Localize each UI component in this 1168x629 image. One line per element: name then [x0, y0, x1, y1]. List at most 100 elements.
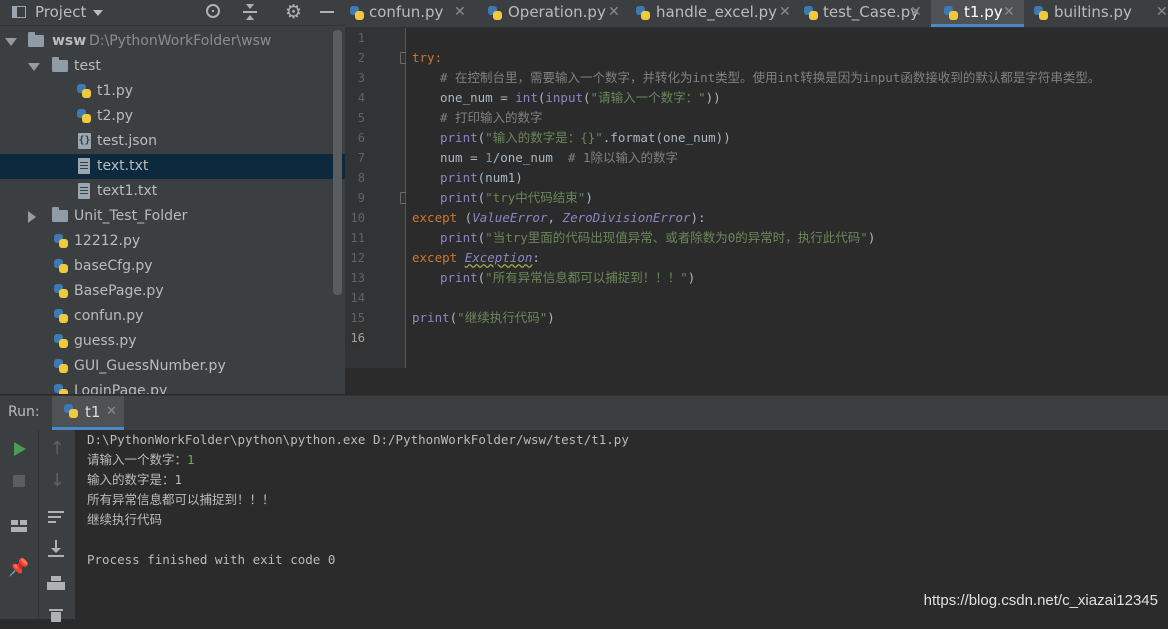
project-panel: Project ⚙ wsw D:\PythonWorkFolder\wsw te…: [0, 0, 345, 394]
minimize-icon[interactable]: [320, 11, 334, 13]
tree-item-label: LoginPage.py: [74, 383, 168, 394]
project-view-icon[interactable]: [12, 6, 26, 18]
python-file-icon: [53, 233, 69, 249]
console-user-input: 1: [187, 452, 195, 467]
code-line: one_num = int(input("请输入一个数字：")): [440, 88, 721, 108]
print-icon[interactable]: [45, 573, 69, 597]
tree-item-unit-test-folder[interactable]: Unit_Test_Folder: [0, 204, 345, 229]
close-icon[interactable]: ✕: [454, 0, 466, 24]
exception-name: ValueError: [472, 210, 548, 225]
gear-icon[interactable]: ⚙: [285, 1, 302, 23]
arrow-up-icon[interactable]: ↑: [45, 438, 69, 462]
editor-gutter[interactable]: 1 2 3 4 5 6 7 8 9 10 11 12 13 14 15 16: [345, 28, 410, 368]
tree-item-text1-txt[interactable]: text1.txt: [0, 179, 345, 204]
python-file-icon: [53, 308, 69, 324]
python-file-icon: [803, 5, 819, 21]
code-line: print(num1): [440, 168, 523, 188]
tree-item-loginpage-py[interactable]: LoginPage.py: [0, 379, 345, 394]
soft-wrap-icon[interactable]: [45, 506, 69, 530]
tree-item-basepage-py[interactable]: BasePage.py: [0, 279, 345, 304]
close-icon[interactable]: ✕: [1156, 0, 1168, 24]
python-file-icon: [76, 108, 92, 124]
tab-operation-py[interactable]: Operation.py ✕: [481, 0, 629, 27]
keyword: except: [412, 210, 458, 225]
tree-item-guess-py[interactable]: guess.py: [0, 329, 345, 354]
line-number: 13: [350, 271, 365, 285]
console-line: D:\PythonWorkFolder\python\python.exe D:…: [87, 432, 629, 447]
editor-tab-bar: confun.py ✕ Operation.py ✕ handle_excel.…: [345, 0, 1168, 28]
stop-icon[interactable]: [8, 470, 32, 494]
rerun-icon[interactable]: [8, 438, 32, 462]
line-number-current: 16: [350, 328, 365, 348]
tab-label: test_Case.py: [823, 3, 920, 21]
tab-confun-py[interactable]: confun.py ✕: [345, 0, 476, 27]
tree-item-label: confun.py: [74, 308, 144, 324]
tab-label: Operation.py: [508, 3, 606, 21]
number: 1: [485, 150, 493, 165]
expand-arrow-icon[interactable]: [28, 63, 40, 71]
arrow-down-icon[interactable]: ↓: [45, 470, 69, 494]
tree-item-basecfg-py[interactable]: baseCfg.py: [0, 254, 345, 279]
string: "所有异常信息都可以捕捉到！！！": [485, 270, 688, 285]
close-icon[interactable]: ✕: [1003, 0, 1015, 24]
project-scrollbar[interactable]: [333, 30, 342, 295]
console-line: 请输入一个数字：1: [87, 450, 195, 470]
tab-handle-excel-py[interactable]: handle_excel.py ✕: [632, 0, 800, 27]
tab-t1-py[interactable]: t1.py ✕: [931, 0, 1024, 27]
tree-item-confun-py[interactable]: confun.py: [0, 304, 345, 329]
line-number: 7: [357, 151, 365, 165]
line-number: 15: [350, 311, 365, 325]
token: ,: [547, 210, 563, 225]
collapse-all-icon[interactable]: [242, 3, 258, 21]
tree-item-test[interactable]: test: [0, 54, 345, 79]
keyword: try: [412, 50, 435, 65]
json-file-icon: {}: [78, 133, 91, 149]
text-file-icon: [78, 183, 90, 199]
string: "输入的数字是：{}": [485, 130, 603, 145]
tree-item-t2-py[interactable]: t2.py: [0, 104, 345, 129]
tree-item-path: D:\PythonWorkFolder\wsw: [89, 33, 272, 49]
code-editor[interactable]: try: # 在控制台里，需要输入一个数字，并转化为int类型。使用int转换是…: [406, 28, 1168, 368]
scroll-to-end-icon[interactable]: [45, 538, 69, 562]
token: (num1): [477, 170, 523, 185]
tab-test-case-py[interactable]: test_Case.py ✕: [800, 0, 930, 27]
expand-arrow-icon[interactable]: [5, 38, 17, 46]
layout-icon[interactable]: [8, 515, 32, 539]
close-icon[interactable]: ✕: [106, 404, 117, 419]
tree-item-label: baseCfg.py: [74, 258, 153, 274]
tab-builtins-py[interactable]: builtins.py ✕: [1028, 0, 1168, 27]
code-line: print("输入的数字是：{}".format(one_num)): [440, 128, 731, 148]
token: one_num =: [440, 90, 516, 105]
line-number: 2: [357, 51, 365, 65]
chevron-down-icon[interactable]: [93, 10, 103, 16]
code-line: # 打印输入的数字: [440, 108, 543, 128]
python-file-icon: [53, 258, 69, 274]
code-line: except (ValueError, ZeroDivisionError):: [412, 208, 706, 228]
token: .format(one_num)): [602, 130, 731, 145]
close-icon[interactable]: ✕: [910, 0, 922, 24]
run-tab-t1[interactable]: t1 ✕: [52, 396, 124, 430]
string: "继续执行代码": [457, 310, 548, 325]
tree-item-text-txt[interactable]: text.txt: [0, 154, 345, 179]
close-icon[interactable]: ✕: [779, 0, 791, 24]
tree-item-t1-py[interactable]: t1.py: [0, 79, 345, 104]
tree-item-test-json[interactable]: {} test.json: [0, 129, 345, 154]
project-panel-title[interactable]: Project: [35, 3, 86, 21]
close-icon[interactable]: ✕: [608, 0, 620, 24]
tree-item-wsw[interactable]: wsw D:\PythonWorkFolder\wsw: [0, 29, 345, 54]
run-console[interactable]: D:\PythonWorkFolder\python\python.exe D:…: [75, 430, 1168, 619]
tab-label: builtins.py: [1054, 3, 1132, 21]
line-number: 8: [357, 171, 365, 185]
tree-item-12212-py[interactable]: 12212.py: [0, 229, 345, 254]
tree-item-label: t1.py: [97, 83, 134, 99]
tree-item-gui-guessnumber-py[interactable]: GUI_GuessNumber.py: [0, 354, 345, 379]
code-line: print("所有异常信息都可以捕捉到！！！"): [440, 268, 695, 288]
trash-icon[interactable]: [45, 605, 69, 629]
locate-target-icon[interactable]: [206, 4, 220, 18]
pin-icon[interactable]: 📌: [8, 558, 32, 582]
expand-arrow-icon[interactable]: [28, 211, 36, 223]
editor-footer: [345, 368, 1168, 394]
tree-item-label: test: [74, 58, 101, 74]
builtin: print: [440, 270, 478, 285]
